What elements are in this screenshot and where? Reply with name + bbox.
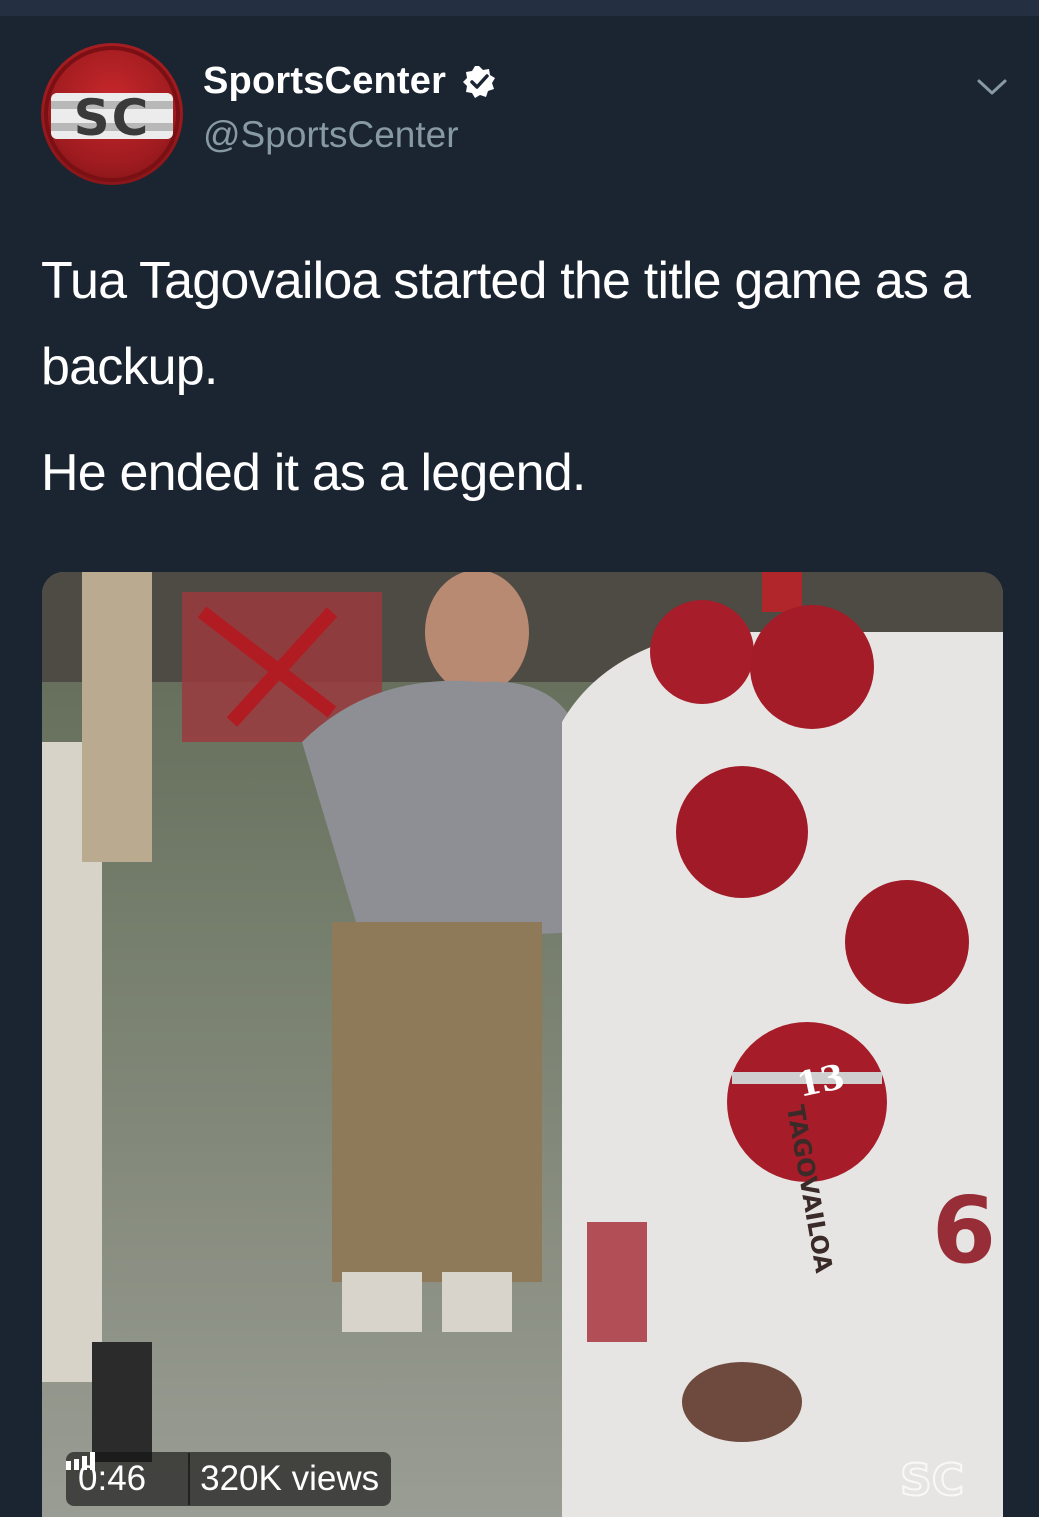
author-name-row[interactable]: SportsCenter [203,60,497,103]
watermark-text: SC [900,1455,964,1506]
top-strip [0,0,1039,16]
svg-text:6: 6 [932,1177,996,1284]
video-player[interactable]: 13 TAGOVAILOA 6 0:46 320K views SC [42,572,1003,1517]
tweet[interactable]: SC SportsCenter @SportsCenter Tua Tagova… [0,16,1039,1517]
chevron-down-icon[interactable] [973,72,1011,102]
sportscenter-logo-icon: SC [44,46,180,182]
tweet-text-line-2: He ended it as a legend. [41,444,586,502]
display-name[interactable]: SportsCenter [203,60,446,103]
video-info-overlay: 0:46 320K views [66,1452,392,1506]
tweet-text: Tua Tagovailoa started the title game as… [41,238,1001,516]
verified-badge-icon [461,64,497,100]
overlay-divider [188,1453,191,1505]
avatar-logo-text: SC [74,89,151,147]
tweet-text-line-1: Tua Tagovailoa started the title game as… [41,252,971,396]
author-handle[interactable]: @SportsCenter [203,114,459,156]
video-views: 320K views [200,1459,380,1498]
avatar[interactable]: SC [41,43,183,185]
video-frame: 13 TAGOVAILOA 6 [42,572,1003,1517]
sc-watermark-icon: SC [882,1447,982,1507]
